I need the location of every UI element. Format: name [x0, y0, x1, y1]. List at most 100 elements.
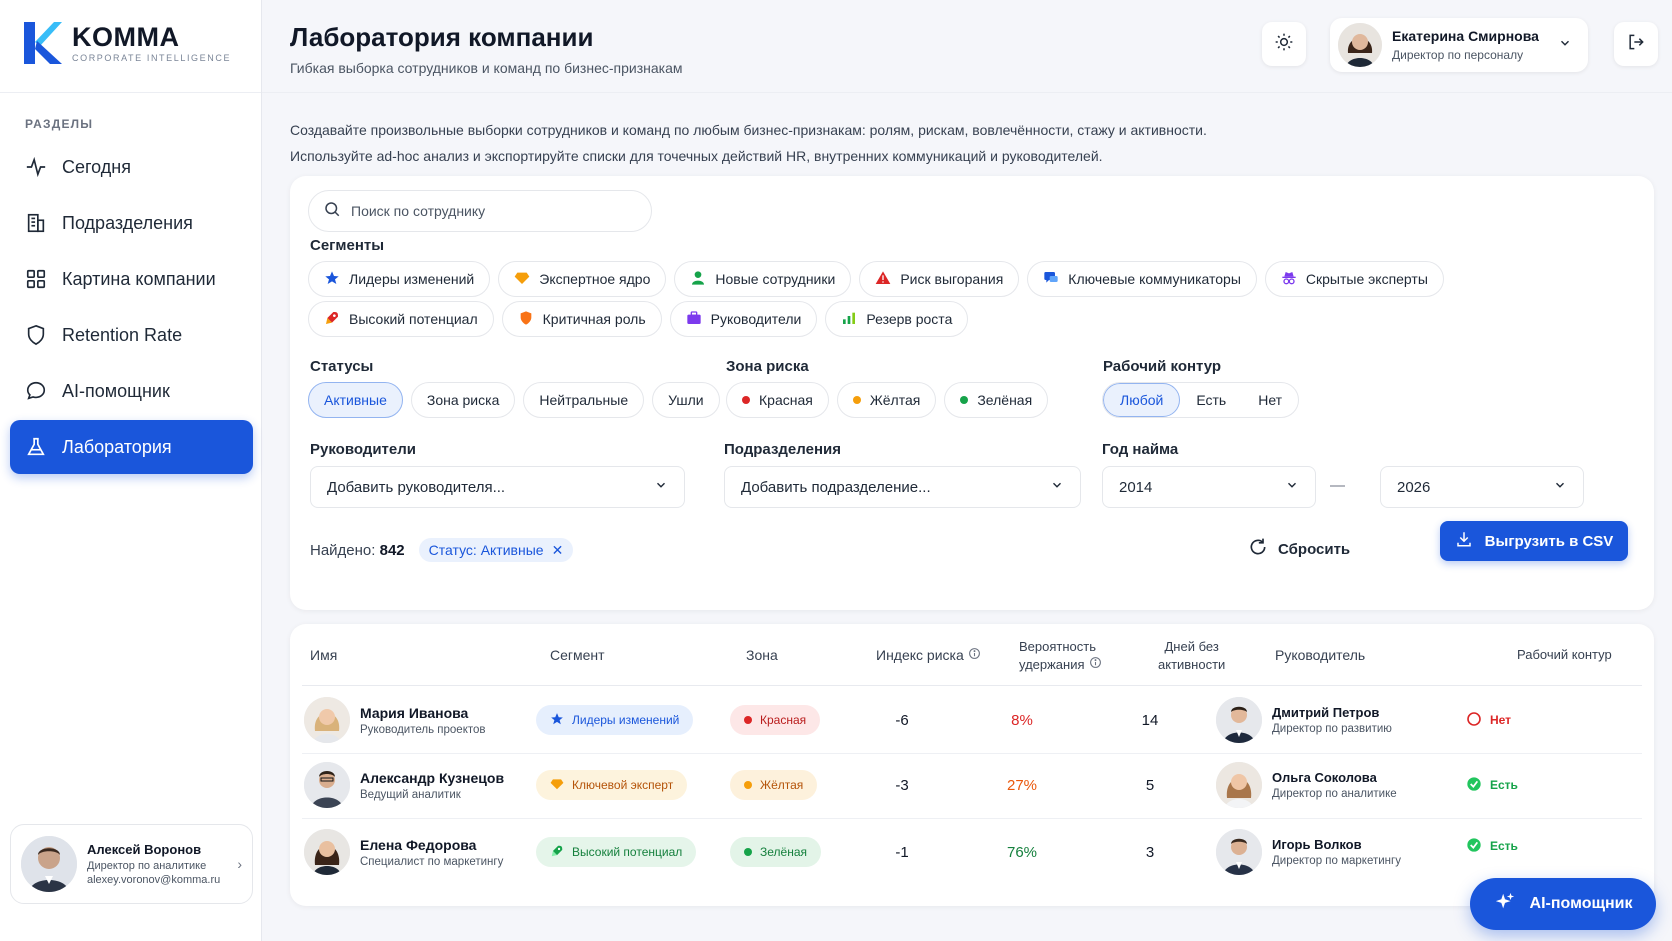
- sidebar-item-laboratory[interactable]: Лаборатория: [10, 420, 253, 474]
- column-header-label: Вероятность: [1019, 639, 1096, 654]
- status-chip-active[interactable]: Активные: [308, 382, 403, 418]
- employee-role: Руководитель проектов: [360, 723, 486, 736]
- active-filter-tag: Статус: Активные ✕: [418, 538, 574, 562]
- segment-chip-hidden-experts[interactable]: Скрытые эксперты: [1264, 261, 1444, 297]
- column-header-retention[interactable]: Вероятность удержания: [1019, 638, 1102, 674]
- ai-assistant-button[interactable]: AI-помощник: [1470, 878, 1656, 930]
- sidebar-item-label: Сегодня: [62, 156, 131, 177]
- segment-chip-critical-role[interactable]: Критичная роль: [501, 301, 662, 337]
- year-from-select[interactable]: 2014: [1102, 466, 1316, 508]
- segment-badge-label: Ключевой эксперт: [572, 778, 674, 792]
- close-icon[interactable]: ✕: [552, 542, 564, 559]
- theme-toggle-button[interactable]: [1262, 22, 1306, 66]
- inactive-days-value: 3: [1145, 843, 1155, 861]
- flask-icon: [24, 435, 48, 459]
- year-range-dash: —: [1330, 477, 1345, 494]
- employee-name[interactable]: Мария Иванова: [360, 705, 486, 721]
- page-header: Лаборатория компании Гибкая выборка сотр…: [290, 22, 683, 76]
- inactive-days-value: 14: [1141, 711, 1159, 729]
- departments-select-value: Добавить подразделение...: [741, 478, 931, 496]
- contour-option-no[interactable]: Нет: [1242, 383, 1298, 417]
- found-label: Найдено:: [310, 541, 376, 559]
- avatar: [1216, 697, 1262, 743]
- brand-logo[interactable]: KOMMA CORPORATE INTELLIGENCE: [24, 22, 231, 64]
- rocket-icon: [324, 310, 340, 329]
- segment-chip-managers[interactable]: Руководители: [669, 301, 818, 337]
- filter-panel: Сегменты Лидеры изменений Экспертное ядр…: [290, 176, 1654, 610]
- table-row[interactable]: Мария Иванова Руководитель проектов Лидер…: [302, 686, 1642, 754]
- risk-index-value: -3: [895, 776, 909, 794]
- inactive-days-value: 5: [1145, 776, 1155, 794]
- segment-chip-new-employees[interactable]: Новые сотрудники: [674, 261, 852, 297]
- column-header-label: активности: [1158, 657, 1226, 672]
- year-to-select[interactable]: 2026: [1380, 466, 1584, 508]
- manager-name[interactable]: Дмитрий Петров: [1272, 705, 1392, 720]
- column-header-label: удержания: [1019, 657, 1085, 672]
- grid-icon: [24, 267, 48, 291]
- segment-chip-burnout-risk[interactable]: Риск выгорания: [859, 261, 1020, 297]
- status-chip-risk-zone[interactable]: Зона риска: [410, 382, 516, 418]
- status-chip-left[interactable]: Ушли: [652, 382, 720, 418]
- sidebar-item-retention[interactable]: Retention Rate: [10, 308, 253, 362]
- sidebar-item-today[interactable]: Сегодня: [10, 140, 253, 194]
- contour-option-any[interactable]: Любой: [1103, 383, 1181, 417]
- manager-name[interactable]: Игорь Волков: [1272, 837, 1401, 852]
- export-csv-button[interactable]: Выгрузить в CSV: [1440, 521, 1628, 561]
- column-header-work-contour[interactable]: Рабочий контур: [1517, 646, 1612, 664]
- person-icon: [690, 270, 706, 289]
- page-subtitle: Гибкая выборка сотрудников и команд по б…: [290, 60, 683, 76]
- column-header-name[interactable]: Имя: [310, 646, 337, 664]
- risk-chip-green[interactable]: Зелёная: [944, 382, 1049, 418]
- profile-menu[interactable]: Екатерина Смирнова Директор по персоналу: [1330, 18, 1588, 72]
- sidebar-item-departments[interactable]: Подразделения: [10, 196, 253, 250]
- employee-name[interactable]: Елена Федорова: [360, 837, 503, 853]
- departments-select[interactable]: Добавить подразделение...: [724, 466, 1081, 508]
- status-chip-neutral[interactable]: Нейтральные: [523, 382, 645, 418]
- avatar: [1338, 23, 1382, 67]
- managers-select[interactable]: Добавить руководителя...: [310, 466, 685, 508]
- risk-index-value: -1: [895, 843, 909, 861]
- segment-chip-change-leaders[interactable]: Лидеры изменений: [308, 261, 491, 297]
- shield-icon: [24, 323, 48, 347]
- column-header-inactive-days[interactable]: Дней без активности: [1158, 638, 1225, 674]
- table-row[interactable]: Елена Федорова Специалист по маркетингу В…: [302, 818, 1642, 886]
- column-header-risk-index[interactable]: Индекс риска: [876, 646, 981, 664]
- manager-name[interactable]: Ольга Соколова: [1272, 770, 1397, 785]
- risk-chip-red[interactable]: Красная: [726, 382, 829, 418]
- segment-chip-growth-reserve[interactable]: Резерв роста: [825, 301, 969, 337]
- info-icon[interactable]: [968, 646, 981, 664]
- employee-name[interactable]: Александр Кузнецов: [360, 770, 504, 786]
- sidebar-item-label: Подразделения: [62, 212, 193, 233]
- segment-chip-key-communicators[interactable]: Ключевые коммуникаторы: [1027, 261, 1257, 297]
- zone-badge-label: Красная: [760, 713, 807, 727]
- table-row[interactable]: Александр Кузнецов Ведущий аналитик Ключе…: [302, 751, 1642, 819]
- segment-chip-high-potential[interactable]: Высокий потенциал: [308, 301, 494, 337]
- work-contour-label: Есть: [1490, 778, 1518, 792]
- segment-badge-label: Высокий потенциал: [572, 845, 683, 859]
- chevron-down-icon: [654, 478, 668, 496]
- reset-button[interactable]: Сбросить: [1248, 529, 1350, 569]
- sidebar-item-ai-assistant[interactable]: AI-помощник: [10, 364, 253, 418]
- contour-option-yes[interactable]: Есть: [1180, 383, 1242, 417]
- segment-chip-expert-core[interactable]: Экспертное ядро: [498, 261, 667, 297]
- sidebar-item-company-picture[interactable]: Картина компании: [10, 252, 253, 306]
- avatar: [304, 829, 350, 875]
- current-user-card[interactable]: Алексей Воронов Директор по аналитике al…: [10, 824, 253, 904]
- red-dot-icon: [742, 396, 750, 404]
- pulse-icon: [24, 155, 48, 179]
- star-icon: [324, 270, 340, 289]
- search-box[interactable]: [308, 190, 652, 232]
- shield-icon: [518, 310, 534, 329]
- zone-cell: Жёлтая: [730, 751, 818, 819]
- chip-label: Жёлтая: [869, 392, 921, 408]
- manager-role: Директор по аналитике: [1272, 788, 1397, 800]
- column-header-segment[interactable]: Сегмент: [550, 646, 605, 664]
- search-input[interactable]: [351, 203, 631, 219]
- description-line: Создавайте произвольные выборки сотрудни…: [290, 122, 1207, 138]
- column-header-manager[interactable]: Руководитель: [1275, 646, 1365, 664]
- risk-chip-yellow[interactable]: Жёлтая: [836, 382, 937, 418]
- work-contour-cell: Есть: [1466, 751, 1518, 819]
- logout-button[interactable]: [1614, 22, 1658, 66]
- info-icon[interactable]: [1089, 656, 1102, 674]
- column-header-zone[interactable]: Зона: [746, 646, 778, 664]
